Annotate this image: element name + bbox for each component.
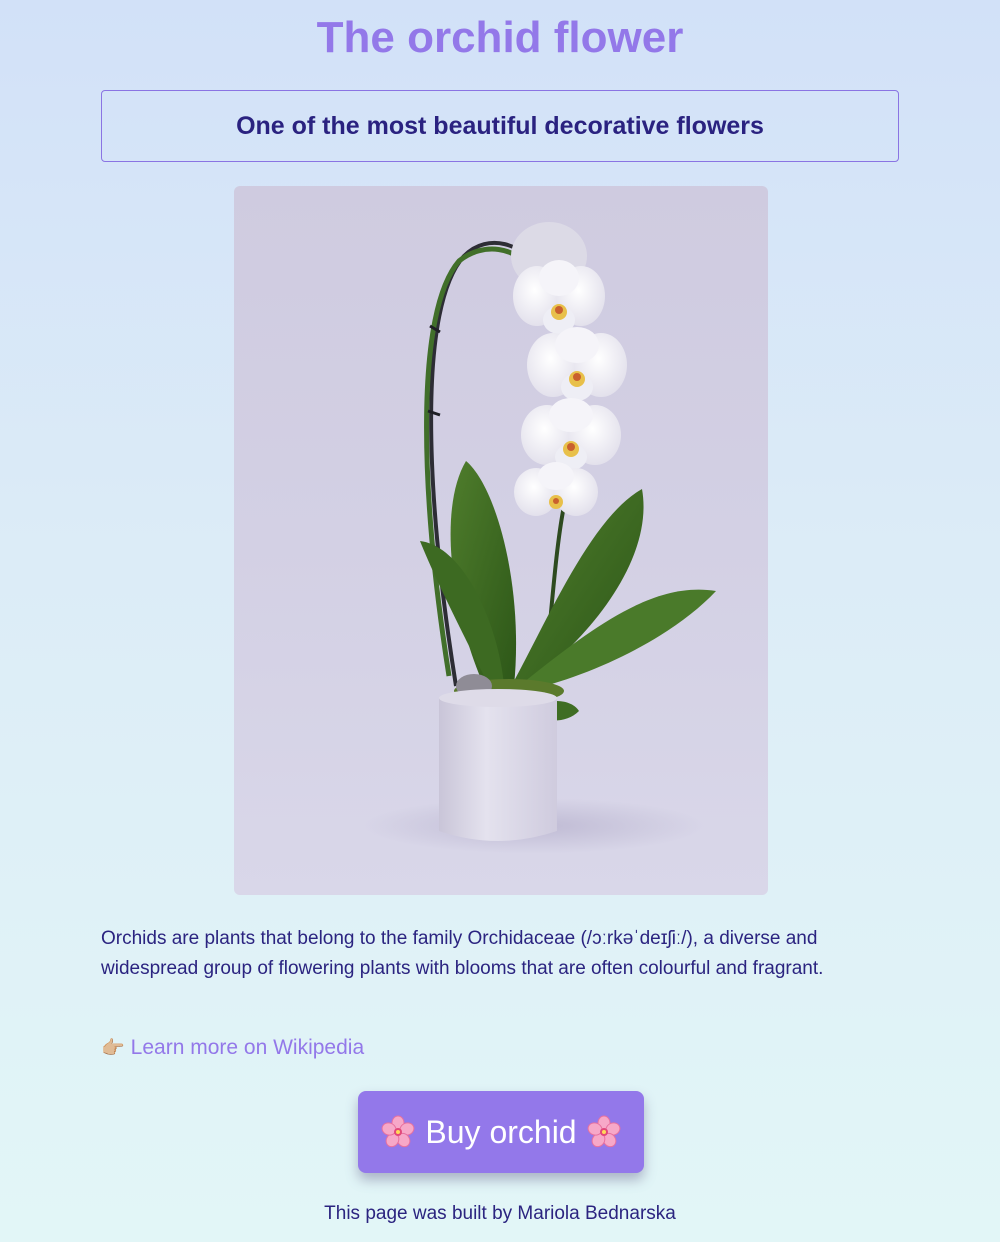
- buy-orchid-button[interactable]: Buy orchid: [358, 1091, 644, 1173]
- pointing-hand-icon: 👉🏼: [101, 1038, 125, 1059]
- orchid-description: Orchids are plants that belong to the fa…: [101, 928, 824, 979]
- blossom-icon: [587, 1115, 621, 1149]
- subtitle: One of the most beautiful decorative flo…: [236, 111, 764, 140]
- blossom-icon: [381, 1115, 415, 1149]
- footer-credit: This page was built by Mariola Bednarska: [324, 1203, 676, 1224]
- wikipedia-link[interactable]: 👉🏼 Learn more on Wikipedia: [101, 1036, 364, 1060]
- subtitle-box: One of the most beautiful decorative flo…: [101, 90, 899, 162]
- orchid-photo: [234, 186, 768, 895]
- buy-orchid-label: Buy orchid: [425, 1113, 577, 1150]
- wikipedia-link-label: Learn more on Wikipedia: [130, 1036, 365, 1059]
- page-title: The orchid flower: [316, 13, 684, 62]
